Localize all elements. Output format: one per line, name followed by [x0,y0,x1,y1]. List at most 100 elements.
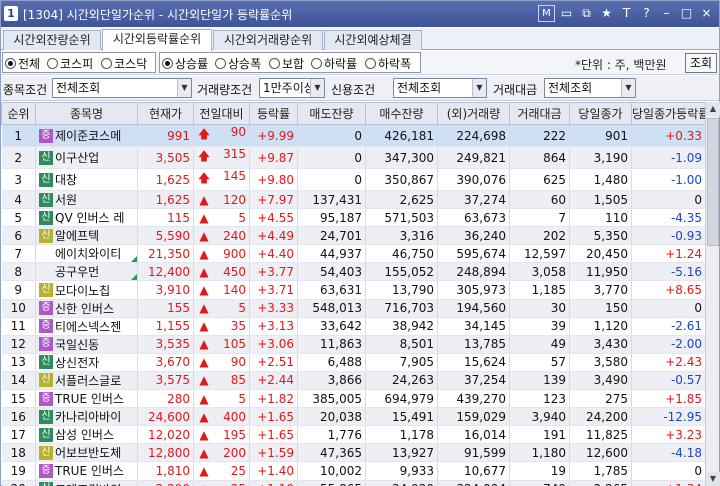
scroll-thumb[interactable] [707,118,719,246]
cell-name[interactable]: 신 이구산업 [35,146,138,169]
cell-name[interactable]: 신 대창 [35,168,138,191]
radio-dot[interactable] [5,58,16,69]
cell-name[interactable]: 신 상신전자 [35,353,138,372]
table-row[interactable]: 12 증 국일신동 3,535 ▲ 105 +3.06 11,863 8,501 13,785 49… [1,335,705,354]
chevron-down-icon[interactable]: ▼ [472,79,486,97]
stock-name[interactable]: TRUE 인버스 [55,390,124,407]
stock-name[interactable]: 티에스넥스젠 [55,318,121,335]
table-row[interactable]: 15 증 TRUE 인버스 280 ▲ 5 +1.82 385,005 694,979 439,2… [1,389,705,409]
col-header-bid[interactable]: 매수잔량 [365,102,438,125]
window-icon[interactable]: ▭ [558,5,575,22]
radio-all[interactable]: 전체 [5,55,40,72]
chevron-down-icon[interactable]: ▼ [621,79,635,97]
table-row[interactable]: 6 신 알에프텍 5,590 ▲ 240 +4.49 24,701 3,316 36,240 202… [1,226,705,246]
cell-name[interactable]: 신코데즈컴바인 [35,480,138,486]
stock-name[interactable]: 어보브반도체 [55,444,121,461]
title-bar[interactable]: 1 [1304] 시간외단일가순위 - 시간외단일가 등락률순위 M ▭ ⧉ ★… [1,1,719,27]
table-row[interactable]: 16 신 카나리아바이 24,600 ▲ 400 +1.65 20,038 15,491 159,… [1,407,705,427]
m-icon[interactable]: M [538,5,555,22]
cell-name[interactable]: 신 서플러스글로 [35,371,138,391]
minimize-icon[interactable]: – [658,5,675,22]
cell-name[interactable]: 신 삼성 인버스 [35,425,138,445]
stock-name[interactable]: 국일신동 [55,336,99,353]
credit-condition-select[interactable]: 전체조회 ▼ [393,78,487,98]
volume-condition-select[interactable]: 1만주이상 ▼ [259,78,325,98]
cell-name[interactable]: 증 신한 인버스 [35,299,138,318]
stock-name[interactable]: 공구우먼 [55,263,99,280]
col-header-ask[interactable]: 매도잔량 [297,102,366,125]
scroll-down-icon[interactable]: ▼ [706,472,720,486]
maximize-icon[interactable]: □ [678,5,695,22]
radio-rise-amount[interactable]: 상승폭 [215,55,261,72]
table-row[interactable]: 17 신 삼성 인버스 12,020 ▲ 195 +1.65 1,776 1,178 16,014… [1,425,705,445]
radio-dot[interactable] [365,58,376,69]
link-windows-icon[interactable]: ⧉ [578,5,595,22]
col-header-close[interactable]: 당일종가 [569,102,632,125]
cell-name[interactable]: 신 알에프텍 [35,226,138,246]
radio-fall-amount[interactable]: 하락폭 [365,55,411,72]
table-row[interactable]: 20신코데즈컴바인2,290▲25+1.1055,86534,920324,09… [1,480,705,486]
tab-afterhours-expected[interactable]: 시간외예상체결 [324,30,422,50]
col-header-name[interactable]: 종목명 [35,102,138,125]
radio-dot[interactable] [101,58,112,69]
col-header-close-rate[interactable]: 당일종가등락률 [631,102,705,125]
tab-afterhours-volume[interactable]: 시간외거래량순위 [213,30,323,50]
stock-name[interactable]: 알에프텍 [55,227,99,244]
table-row[interactable]: 8 공구우먼 12,400 ▲ 450 +3.77 54,403 155,052 248,894… [1,262,705,282]
stock-name[interactable]: 제이준코스메 [55,127,121,144]
cell-name[interactable]: 증 TRUE 인버스 [35,389,138,409]
cell-name[interactable]: 증 TRUE 인버스 [35,461,138,481]
stock-name[interactable]: 코데즈컴바인 [55,481,121,486]
radio-kospi[interactable]: 코스피 [47,55,93,72]
stock-name[interactable]: 서플러스글로 [55,372,121,389]
table-row[interactable]: 5 신 QV 인버스 레 115 ▲ 5 +4.55 95,187 571,503 63,673 7… [1,208,705,228]
cell-name[interactable]: 증 티에스넥스젠 [35,317,138,336]
table-row[interactable]: 14 신 서플러스글로 3,575 ▲ 85 +2.44 3,866 24,263 37,254 1… [1,371,705,391]
trade-amount-select[interactable]: 전체조회 ▼ [544,78,636,98]
close-icon[interactable]: × [698,5,715,22]
radio-flat[interactable]: 보합 [269,55,304,72]
radio-dot[interactable] [269,58,280,69]
radio-dot[interactable] [47,58,58,69]
table-row[interactable]: 1 증 제이준코스메 991 🡅 90 +9.99 0 426,181 224,698 222 901… [1,124,705,147]
radio-kosdaq[interactable]: 코스닥 [101,55,147,72]
chevron-down-icon[interactable]: ▼ [177,79,191,97]
stock-name[interactable]: 카나리아바이 [55,408,121,425]
scroll-up-icon[interactable]: ▲ [706,102,720,116]
cell-name[interactable]: 신 서원 [35,190,138,210]
col-header-price[interactable]: 현재가 [137,102,194,125]
radio-rise-rate[interactable]: 상승률 [162,55,208,72]
stock-name[interactable]: 상신전자 [55,354,99,371]
cell-name[interactable]: 증 제이준코스메 [35,124,138,147]
col-header-change[interactable]: 전일대비 [193,102,250,125]
lookup-button[interactable]: 조회 [685,53,717,73]
table-row[interactable]: 18 신 어보브반도체 12,800 ▲ 200 +1.59 47,365 13,927 91,5… [1,443,705,463]
col-header-volume[interactable]: (외)거래량 [437,102,510,125]
col-header-rate[interactable]: 등락률 [249,102,298,125]
stock-name[interactable]: QV 인버스 레 [55,209,124,226]
stock-name[interactable]: 신한 인버스 [55,300,114,317]
radio-dot[interactable] [162,58,173,69]
table-row[interactable]: 19 증 TRUE 인버스 1,810 ▲ 25 +1.40 10,002 9,933 10,67… [1,461,705,481]
cell-name[interactable]: 에이치와이티 [35,244,138,264]
help-icon[interactable]: ? [638,5,655,22]
stock-name[interactable]: 대창 [55,171,77,188]
col-header-rank[interactable]: 순위 [1,102,36,125]
stock-name[interactable]: 이구산업 [55,149,99,166]
radio-fall-rate[interactable]: 하락률 [311,55,357,72]
col-header-amount[interactable]: 거래대금 [509,102,570,125]
cell-name[interactable]: 신 어보브반도체 [35,443,138,463]
table-row[interactable]: 3 신 대창 1,625 🡅 145 +9.80 0 350,867 390,076 625 1,48… [1,168,705,191]
radio-dot[interactable] [311,58,322,69]
table-row[interactable]: 11 증 티에스넥스젠 1,155 ▲ 35 +3.13 33,642 38,942 34,145… [1,317,705,336]
cell-name[interactable]: 신 QV 인버스 레 [35,208,138,228]
table-row[interactable]: 13 신 상신전자 3,670 ▲ 90 +2.51 6,488 7,905 15,624 57 3,… [1,353,705,372]
cell-name[interactable]: 신 카나리아바이 [35,407,138,427]
stock-name[interactable]: 삼성 인버스 [55,426,114,443]
cell-name[interactable]: 증 국일신동 [35,335,138,354]
tab-afterhours-rate[interactable]: 시간외등락률순위 [102,29,212,51]
table-row[interactable]: 10 증 신한 인버스 155 ▲ 5 +3.33 548,013 716,703 194,560… [1,299,705,318]
stock-name[interactable]: TRUE 인버스 [55,462,124,479]
chevron-down-icon[interactable]: ▼ [310,79,324,97]
table-row[interactable]: 2 신 이구산업 3,505 🡅 315 +9.87 0 347,300 249,821 864 3,… [1,146,705,169]
